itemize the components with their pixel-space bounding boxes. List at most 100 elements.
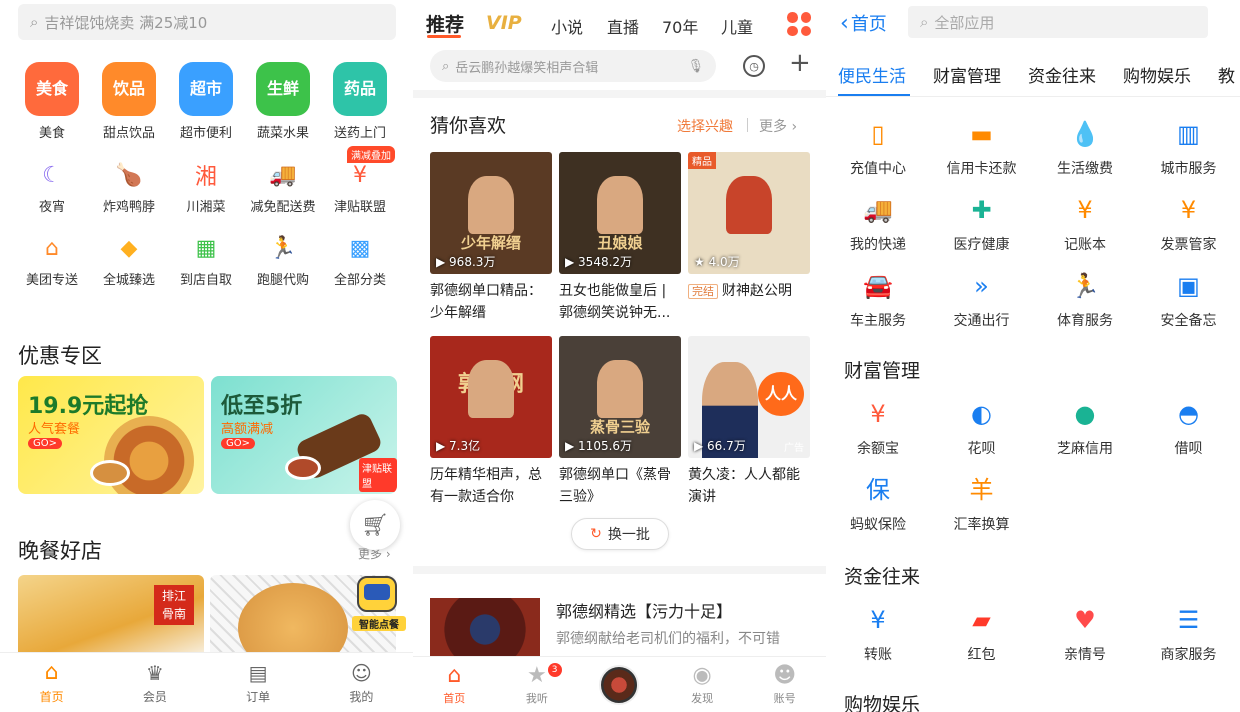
tab-shopping[interactable]: 购物娱乐 [1123, 62, 1191, 87]
service-1[interactable]: ▰ 红包 [930, 606, 1034, 664]
add-icon[interactable]: + [789, 48, 811, 78]
tab-me[interactable]: ☺ 我的 [310, 653, 413, 712]
album-card[interactable]: 郭德纲▶ 7.3亿历年精华相声，总有一款适合你 [430, 336, 552, 508]
invoice-icon: ¥ [1180, 196, 1197, 224]
service-0[interactable]: ¥ 转账 [826, 606, 930, 664]
jiebei-icon: ◓ [1178, 400, 1199, 428]
search-bar[interactable]: ⌕ 岳云鹏孙越爆笑相声合辑 🎙︎ [430, 50, 716, 82]
featured-title[interactable]: 郭德纲精选【污力十足】 [556, 598, 732, 622]
subcategory-2[interactable]: 湘川湘菜 [166, 160, 246, 215]
subcategory-1[interactable]: 🍗 炸鸡鸭脖 [89, 160, 169, 216]
category-icon-text: 美食 [35, 79, 68, 99]
compass-icon: ◉ [692, 663, 712, 688]
subcategory-1[interactable]: ◆ 全城臻选 [89, 233, 169, 289]
service-0[interactable]: ¥ 余额宝 [826, 400, 930, 458]
nav-70years[interactable]: 70年 [662, 14, 698, 38]
service-label: 商家服务 [1160, 647, 1217, 663]
alipay-apps-panel: ‹ 首页 ⌕ 全部应用 便民生活 财富管理 资金往来 购物娱乐 教 ▯ 充值中心 ▬ 信用… [826, 0, 1240, 712]
tab-player[interactable] [578, 657, 661, 712]
category-0[interactable]: 美食 美食 [12, 62, 92, 141]
service-10[interactable]: 🏃 体育服务 [1033, 272, 1137, 330]
service-3[interactable]: ☰ 商家服务 [1137, 606, 1240, 664]
tab-funds[interactable]: 资金往来 [1028, 62, 1096, 87]
store-image-chicken[interactable]: 排江 骨南 [18, 575, 204, 655]
service-3[interactable]: ◓ 借呗 [1137, 400, 1240, 458]
category-3[interactable]: 生鲜 蔬菜水果 [243, 62, 323, 141]
robot-face [364, 584, 390, 600]
portrait [726, 176, 772, 234]
channels-icon[interactable] [787, 12, 811, 36]
service-7[interactable]: ¥ 发票管家 [1137, 196, 1240, 254]
tab-home[interactable]: ⌂ 首页 [413, 657, 496, 712]
tab-convenience[interactable]: 便民生活 [838, 62, 906, 87]
service-8[interactable]: 🚘 车主服务 [826, 272, 930, 330]
subcategory-3[interactable]: 🏃 跑腿代购 [243, 233, 323, 289]
service-6[interactable]: ¥ 记账本 [1033, 196, 1137, 254]
service-3[interactable]: ▥ 城市服务 [1137, 120, 1240, 178]
person-icon: ☺ [350, 660, 372, 685]
album-card[interactable]: 人人 广告 ▶ 66.7万 黄久凌：人人都能演讲 [688, 336, 810, 508]
tab-education[interactable]: 教 [1218, 62, 1235, 87]
service-0[interactable]: ▯ 充值中心 [826, 120, 930, 178]
refresh-button[interactable]: ↻ 换一批 [571, 518, 669, 550]
subcategory-2[interactable]: ▦ 到店自取 [166, 233, 246, 289]
smart-order-button[interactable]: 智能点餐 [352, 562, 406, 634]
promo-go: GO> [221, 438, 255, 449]
category-4[interactable]: 药品 送药上门 [320, 62, 400, 141]
category-1[interactable]: 饮品 甜点饮品 [89, 62, 169, 141]
service-5[interactable]: ✚ 医疗健康 [930, 196, 1034, 254]
album-card[interactable]: 少年解缙 ▶ 968.3万 郭德纲单口精品：少年解缙 [430, 152, 552, 324]
album-card[interactable]: 丑娘娘 ▶ 3548.2万 丑女也能做皇后 | 郭德纲笑说钟无... [559, 152, 681, 324]
promo-card-discount[interactable]: 低至5折 高额满减 GO> 津贴联盟 [211, 376, 397, 494]
subcategory-4[interactable]: ¥ 津贴联盟 [320, 160, 400, 216]
nav-vip[interactable]: VIP [486, 12, 522, 34]
tab-home[interactable]: ⌂ 首页 [0, 653, 103, 712]
search-bar[interactable]: ⌕ 吉祥馄饨烧卖 满25减10 [18, 4, 396, 40]
portrait [468, 360, 514, 418]
tab-member[interactable]: ♛ 会员 [103, 653, 206, 712]
cart-button[interactable]: 🛒︎ [350, 500, 400, 550]
nav-novel[interactable]: 小说 [551, 14, 583, 38]
category-2[interactable]: 超市 超市便利 [166, 62, 246, 141]
service-2[interactable]: ♥ 亲情号 [1033, 606, 1137, 664]
play-count: ▶ 1105.6万 [565, 437, 632, 454]
service-11[interactable]: ▣ 安全备忘 [1137, 272, 1240, 330]
service-2[interactable]: ● 芝麻信用 [1033, 400, 1137, 458]
nav-live[interactable]: 直播 [607, 14, 639, 38]
service-5[interactable]: 羊汇率换算 [930, 476, 1034, 534]
service-1[interactable]: ▬ 信用卡还款 [930, 120, 1034, 178]
album-card[interactable]: 精品 ★ 4.0万 完结 财神赵公明 [688, 152, 810, 303]
service-2[interactable]: 💧 生活缴费 [1033, 120, 1137, 178]
drop-icon: 💧 [1070, 120, 1100, 148]
truck-icon: 🚚 [863, 196, 893, 224]
tab-discover[interactable]: ◉ 发现 [661, 657, 744, 712]
tab-account[interactable]: ☻ 账号 [743, 657, 826, 712]
service-4[interactable]: 保蚂蚁保险 [826, 476, 930, 534]
album-caption: 黄久凌：人人都能演讲 [688, 464, 810, 508]
subcategory-3[interactable]: 🚚 减免配送费 [243, 160, 323, 216]
history-icon[interactable]: ◷ [743, 55, 765, 77]
album-card[interactable]: 蒸骨三验 ▶ 1105.6万 郭德纲单口《蒸骨三验》 [559, 336, 681, 508]
play-icon: ▶ [694, 439, 708, 453]
family-icon: ♥ [1074, 606, 1096, 634]
tab-listen[interactable]: ★ 我听 3 [496, 657, 579, 712]
choose-interest-link[interactable]: 选择兴趣 [677, 116, 733, 136]
service-1[interactable]: ◐ 花呗 [930, 400, 1034, 458]
dish-image [90, 460, 130, 486]
more-link[interactable]: 更多 › [759, 116, 797, 136]
tab-orders[interactable]: ▤ 订单 [207, 653, 310, 712]
mic-icon[interactable]: 🎙︎ [687, 59, 704, 74]
promo-card-combo[interactable]: 19.9元起抢 人气套餐 GO> [18, 376, 204, 494]
category-label: 送药上门 [333, 126, 386, 141]
tab-wealth[interactable]: 财富管理 [933, 62, 1001, 87]
service-label: 城市服务 [1160, 161, 1217, 177]
ad-tag: 广告 [784, 443, 804, 454]
service-4[interactable]: 🚚 我的快递 [826, 196, 930, 254]
nav-kids[interactable]: 儿童 [721, 14, 753, 38]
subcategory-0[interactable]: ⌂ 美团专送 [12, 233, 92, 289]
subcategory-4[interactable]: ▩ 全部分类 [320, 233, 400, 289]
search-icon: ⌕ [442, 58, 450, 74]
service-9[interactable]: » 交通出行 [930, 272, 1034, 330]
nav-recommend[interactable]: 推荐 [426, 10, 464, 37]
subcategory-0[interactable]: ☾ 夜宵 [12, 160, 92, 216]
